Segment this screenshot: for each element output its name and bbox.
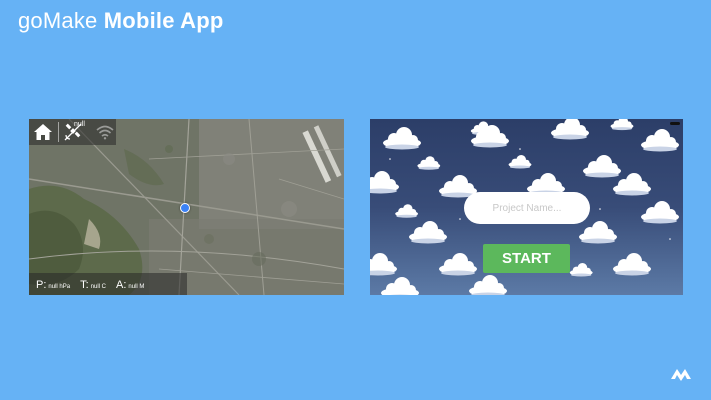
gomake-logo-icon (671, 369, 691, 381)
map-top-toolbar: null (29, 119, 116, 145)
temperature-reading: T: null C (80, 280, 106, 291)
home-button[interactable] (31, 120, 55, 144)
temperature-label: T: (80, 279, 89, 291)
current-location-marker (180, 203, 190, 213)
start-screen: START (370, 119, 683, 295)
wifi-icon (96, 125, 114, 140)
start-button[interactable]: START (483, 244, 570, 273)
slide-title-bold: Mobile App (103, 8, 224, 33)
home-icon (34, 124, 52, 140)
pressure-reading: P: null hPa (36, 280, 70, 291)
slide-title-light: goMake (18, 8, 98, 33)
gps-status-text: null (74, 121, 85, 128)
altitude-reading: A: null M (116, 280, 144, 291)
sensor-readings-bar: P: null hPa T: null C A: null M (29, 273, 187, 295)
slide-title: goMake Mobile App (18, 8, 224, 34)
altitude-value: null M (128, 284, 145, 290)
toolbar-divider (58, 122, 59, 142)
pressure-label: P: (36, 279, 47, 291)
temperature-value: null C (90, 284, 106, 290)
altitude-label: A: (116, 279, 127, 291)
map-screen: null P: null hPa T: null C A: null M (29, 119, 344, 295)
pressure-value: null hPa (48, 284, 71, 290)
project-name-input[interactable] (464, 192, 590, 224)
battery-indicator (670, 122, 680, 125)
